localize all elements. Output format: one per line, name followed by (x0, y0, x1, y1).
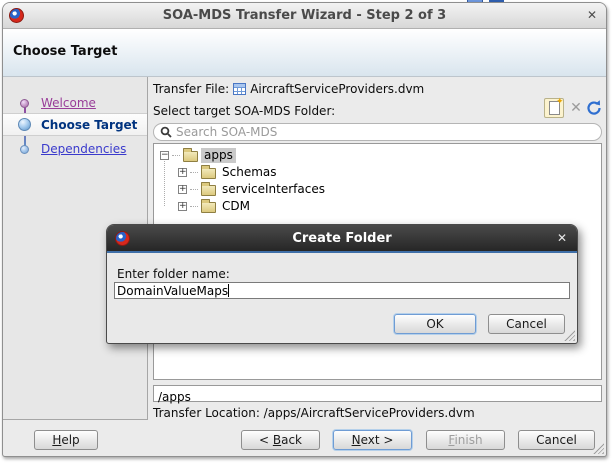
folder-icon (201, 165, 216, 179)
close-icon[interactable]: ✕ (587, 8, 597, 22)
dialog-titlebar[interactable]: Create Folder ✕ (107, 225, 577, 253)
delete-folder-icon[interactable]: ✕ (568, 100, 584, 116)
expand-icon[interactable]: + (178, 168, 187, 177)
star-icon: ✦ (555, 97, 564, 107)
cancel-button[interactable]: Cancel (518, 430, 595, 450)
folder-icon (201, 199, 216, 213)
dvm-file-icon (233, 83, 247, 95)
tree-row-serviceinterfaces[interactable]: + serviceInterfaces (178, 181, 328, 198)
close-icon[interactable]: ✕ (557, 231, 567, 245)
expand-icon[interactable]: + (178, 202, 187, 211)
dialog-cancel-button[interactable]: Cancel (488, 314, 565, 334)
help-button[interactable]: Help (34, 430, 98, 450)
window-title: SOA-MDS Transfer Wizard - Step 2 of 3 (162, 8, 447, 23)
finish-button[interactable]: Finish (426, 430, 505, 450)
tree-node-label[interactable]: apps (201, 148, 236, 163)
transfer-location-text: Transfer Location: /apps/AircraftService… (153, 406, 475, 420)
wizard-titlebar[interactable]: SOA-MDS Transfer Wizard - Step 2 of 3 ✕ (3, 3, 606, 29)
search-field[interactable] (153, 123, 602, 141)
back-button[interactable]: < Back (241, 430, 320, 450)
tree-row-cdm[interactable]: + CDM (178, 198, 253, 215)
sidebar-item-label[interactable]: Dependencies (41, 142, 126, 156)
page-title: Choose Target (13, 44, 118, 59)
create-folder-dialog: Create Folder ✕ Enter folder name: Domai… (106, 224, 578, 344)
folder-name-field[interactable]: DomainValueMaps (114, 282, 570, 299)
resize-grip[interactable] (564, 330, 575, 341)
sidebar-item-label: Choose Target (41, 118, 138, 132)
target-path-input[interactable] (154, 389, 601, 405)
dialog-title: Create Folder (292, 230, 392, 246)
step-dot-icon (20, 144, 29, 154)
sidebar-item-label[interactable]: Welcome (41, 96, 96, 110)
tree-node-label[interactable]: Schemas (219, 165, 280, 180)
step-dot-icon (20, 98, 29, 108)
screenshot-stage: SOA-MDS Transfer Wizard - Step 2 of 3 ✕ … (0, 0, 613, 463)
folder-icon (201, 182, 216, 196)
collapse-icon[interactable]: − (160, 151, 169, 160)
next-button[interactable]: Next > (333, 430, 412, 450)
ok-button[interactable]: OK (394, 314, 476, 334)
tree-row-schemas[interactable]: + Schemas (178, 164, 280, 181)
tree-connector (190, 189, 198, 190)
current-step-dot-icon (18, 118, 31, 131)
refresh-icon[interactable] (585, 99, 603, 117)
transfer-file-label: Transfer File: (153, 82, 230, 96)
tree-node-label[interactable]: CDM (219, 199, 253, 214)
new-folder-icon: ✦ (548, 97, 564, 115)
folder-name-label: Enter folder name: (117, 267, 230, 281)
tree-connector (190, 172, 198, 173)
search-icon (160, 126, 172, 138)
sidebar-item-choose-target[interactable]: Choose Target (3, 113, 147, 136)
select-target-line: Select target SOA-MDS Folder: (153, 104, 335, 118)
tree-connector (172, 155, 180, 156)
folder-icon (183, 148, 198, 162)
text-caret (228, 284, 230, 297)
tree-row-apps[interactable]: − apps (160, 147, 236, 164)
new-folder-button[interactable]: ✦ (544, 97, 564, 118)
select-target-label: Select target SOA-MDS Folder: (153, 104, 336, 118)
wizard-step-header: Choose Target (3, 29, 606, 77)
folder-name-value: DomainValueMaps (117, 283, 229, 298)
tree-node-label[interactable]: serviceInterfaces (219, 182, 328, 197)
expand-icon[interactable]: + (178, 185, 187, 194)
search-input[interactable] (176, 125, 595, 139)
sidebar-item-dependencies[interactable]: Dependencies (3, 139, 147, 159)
sidebar-item-welcome[interactable]: Welcome (3, 93, 147, 113)
target-path-field[interactable] (153, 385, 602, 405)
transfer-file-name: AircraftServiceProviders.dvm (250, 82, 425, 96)
tree-connector (190, 206, 198, 207)
transfer-file-line: Transfer File: AircraftServiceProviders.… (153, 82, 424, 96)
